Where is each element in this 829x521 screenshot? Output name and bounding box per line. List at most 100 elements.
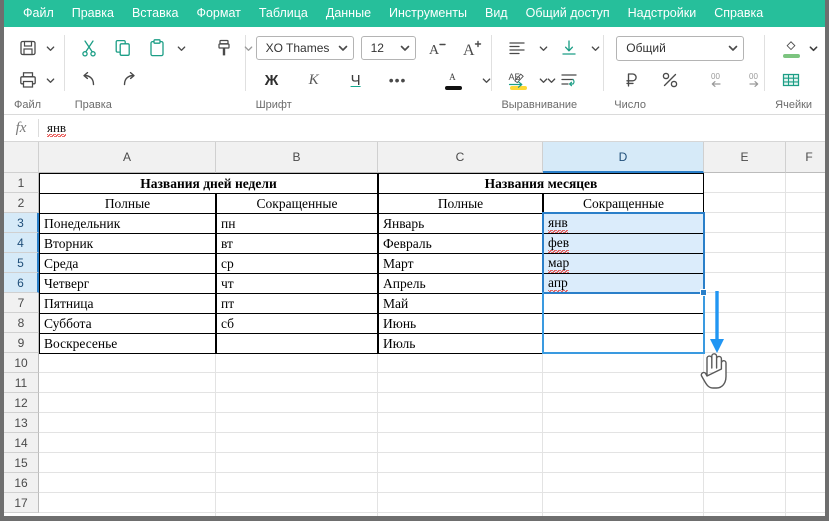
table-icon[interactable] [777, 66, 805, 94]
menu-table[interactable]: Таблица [250, 3, 317, 25]
row-header-2[interactable]: 2 [4, 193, 39, 213]
grid-cell[interactable] [704, 393, 786, 413]
text-orientation-icon[interactable]: АБ [503, 66, 531, 94]
grid-cell[interactable] [704, 293, 786, 313]
grid-cell[interactable] [216, 373, 378, 393]
grid-cell[interactable] [216, 473, 378, 493]
percent-style-icon[interactable] [656, 66, 684, 94]
more-font-options-icon[interactable]: ••• [384, 66, 412, 94]
grid-cell[interactable] [786, 513, 825, 516]
cell-D6[interactable]: апр [543, 273, 704, 294]
row-header-9[interactable]: 9 [4, 333, 39, 353]
decrease-font-size-icon[interactable]: A [423, 34, 451, 62]
merged-header-months[interactable]: Названия месяцев [378, 173, 704, 194]
grid-cell[interactable] [543, 393, 704, 413]
row-header-1[interactable]: 1 [4, 173, 39, 193]
cell-B3[interactable]: пн [216, 213, 378, 234]
grid-cell[interactable] [786, 273, 825, 293]
row-header-13[interactable]: 13 [4, 413, 39, 433]
grid-cell[interactable] [786, 393, 825, 413]
grid-cell[interactable] [39, 513, 216, 516]
print-icon[interactable] [14, 66, 42, 94]
grid-cell[interactable] [704, 233, 786, 253]
column-header-F[interactable]: F [786, 142, 825, 173]
formula-input[interactable]: янв [39, 120, 825, 137]
fill-handle[interactable] [700, 289, 707, 296]
row-header-4[interactable]: 4 [4, 233, 39, 253]
grid-cell[interactable] [704, 253, 786, 273]
grid-cell[interactable] [704, 353, 786, 373]
menu-insert[interactable]: Вставка [123, 3, 187, 25]
number-format-select[interactable]: Общий [616, 35, 745, 61]
grid-cell[interactable] [786, 253, 825, 273]
grid-cell[interactable] [39, 353, 216, 373]
vertical-align-dropdown-caret[interactable] [587, 44, 603, 53]
grid-cell[interactable] [39, 373, 216, 393]
grid-cell[interactable] [378, 513, 543, 516]
spreadsheet-grid[interactable]: A B C D E F 1 2 3 4 5 6 7 8 9 10 11 12 13 14 15 16 17 Названия … [4, 142, 825, 516]
cut-icon[interactable] [75, 34, 103, 62]
orientation-dropdown-caret[interactable] [535, 76, 551, 85]
merged-header-weekdays[interactable]: Названия дней недели [39, 173, 378, 194]
menu-share[interactable]: Общий доступ [517, 3, 619, 25]
copy-icon[interactable] [109, 34, 137, 62]
column-header-D[interactable]: D [543, 142, 704, 173]
grid-cell[interactable] [786, 333, 825, 353]
fill-color-icon[interactable] [777, 34, 805, 62]
row-header-11[interactable]: 11 [4, 373, 39, 393]
grid-cell[interactable] [704, 213, 786, 233]
cell-C4[interactable]: Февраль [378, 233, 543, 254]
grid-cell[interactable] [378, 373, 543, 393]
grid-cell[interactable] [786, 193, 825, 213]
column-header-A[interactable]: A [39, 142, 216, 173]
grid-cell[interactable] [543, 433, 704, 453]
menu-addons[interactable]: Надстройки [619, 3, 706, 25]
cell-C7[interactable]: Май [378, 293, 543, 314]
cell-D9[interactable] [543, 333, 704, 354]
grid-cell[interactable] [704, 513, 786, 516]
grid-cell[interactable] [543, 453, 704, 473]
row-header-15[interactable]: 15 [4, 453, 39, 473]
cell-C6[interactable]: Апрель [378, 273, 543, 294]
format-painter-icon[interactable] [210, 34, 238, 62]
function-icon[interactable]: fx [4, 120, 38, 137]
grid-cell[interactable] [543, 353, 704, 373]
column-header-B[interactable]: B [216, 142, 378, 173]
row-header-7[interactable]: 7 [4, 293, 39, 313]
menu-edit[interactable]: Правка [63, 3, 123, 25]
row-header-6[interactable]: 6 [4, 273, 39, 293]
grid-cell[interactable] [216, 433, 378, 453]
grid-cell[interactable] [786, 233, 825, 253]
grid-cell[interactable] [39, 493, 216, 513]
grid-cell[interactable] [39, 453, 216, 473]
cell-B5[interactable]: ср [216, 253, 378, 274]
grid-cell[interactable] [39, 473, 216, 493]
row-header-5[interactable]: 5 [4, 253, 39, 273]
grid-cell[interactable] [704, 173, 786, 193]
grid-cell[interactable] [704, 333, 786, 353]
grid-cell[interactable] [216, 453, 378, 473]
cell-A5[interactable]: Среда [39, 253, 216, 274]
grid-cell[interactable] [216, 493, 378, 513]
undo-icon[interactable] [75, 66, 103, 94]
grid-cell[interactable] [704, 413, 786, 433]
grid-cell[interactable] [786, 473, 825, 493]
grid-cell[interactable] [704, 193, 786, 213]
wrap-text-icon[interactable] [555, 66, 583, 94]
row-header-16[interactable]: 16 [4, 473, 39, 493]
cell-B6[interactable]: чт [216, 273, 378, 294]
cell-C8[interactable]: Июнь [378, 313, 543, 334]
grid-cell[interactable] [543, 413, 704, 433]
print-dropdown-caret[interactable] [42, 76, 58, 85]
grid-cell[interactable] [786, 433, 825, 453]
grid-cell[interactable] [704, 453, 786, 473]
menu-data[interactable]: Данные [317, 3, 380, 25]
cell-C5[interactable]: Март [378, 253, 543, 274]
cell-A8[interactable]: Суббота [39, 313, 216, 334]
grid-cell[interactable] [39, 413, 216, 433]
grid-cell[interactable] [786, 213, 825, 233]
bold-button[interactable]: Ж [258, 66, 286, 94]
grid-cell[interactable] [704, 433, 786, 453]
row-header-14[interactable]: 14 [4, 433, 39, 453]
grid-cell[interactable] [786, 353, 825, 373]
